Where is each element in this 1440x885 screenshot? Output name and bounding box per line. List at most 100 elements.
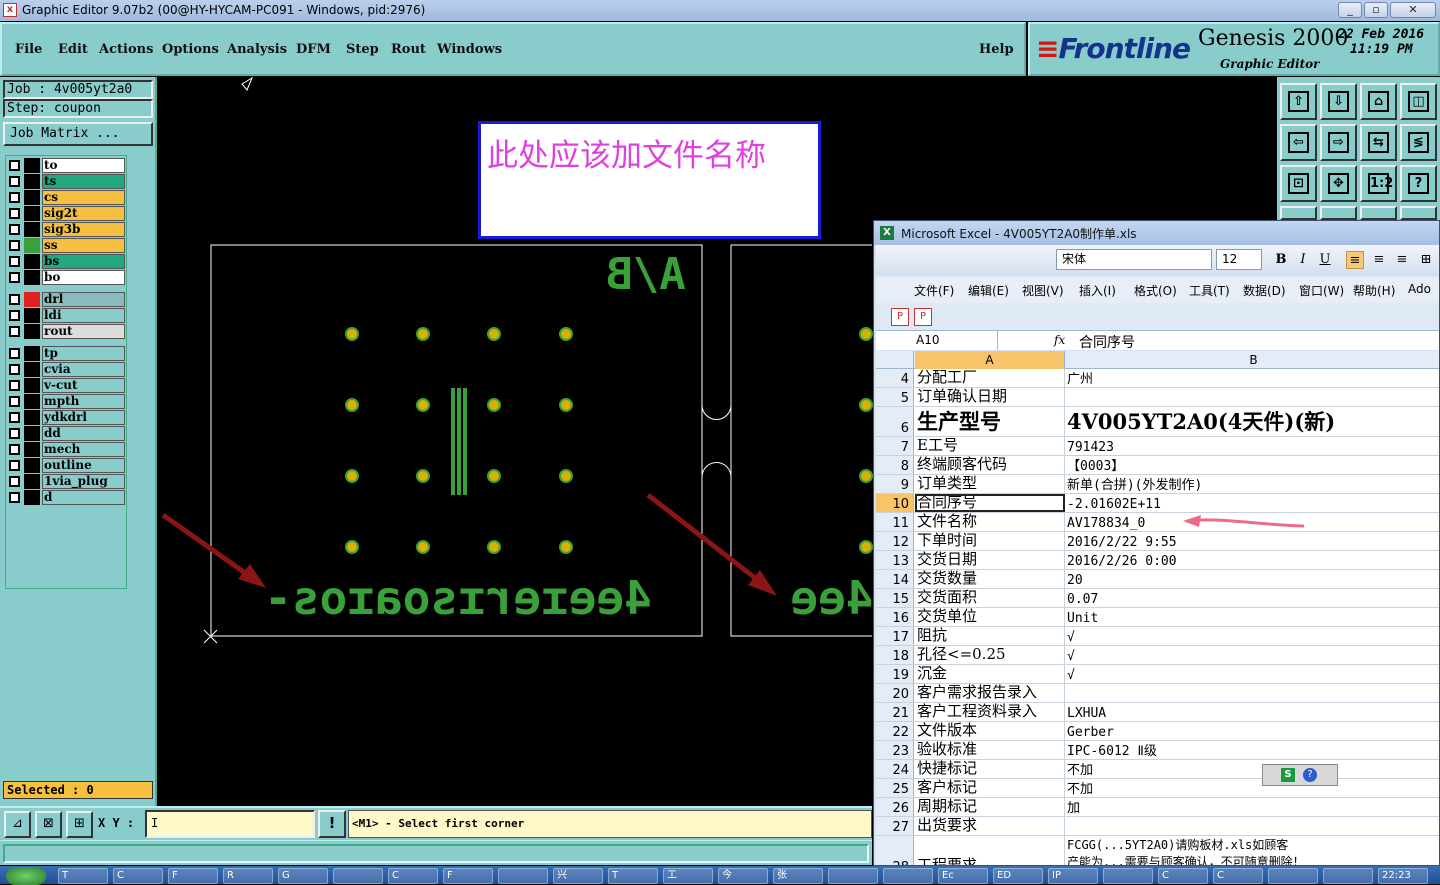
taskbar-item[interactable]: 张 (773, 868, 823, 884)
excel-menu-format[interactable]: 格式(O) (1134, 282, 1177, 299)
formula-input[interactable]: 合同序号 (1079, 332, 1135, 352)
fit-icon[interactable]: ⊡ (1280, 165, 1317, 202)
menu-edit[interactable]: Edit (58, 42, 88, 57)
cell-b[interactable] (1066, 684, 1439, 702)
cell-a[interactable]: 客户需求报告录入 (915, 684, 1065, 702)
menu-file[interactable]: File (15, 42, 42, 57)
row-number[interactable]: 18 (876, 646, 914, 664)
taskbar-item[interactable]: IP (1048, 868, 1098, 884)
cell-a[interactable]: 下单时间 (915, 532, 1065, 550)
row-number[interactable]: 5 (876, 388, 914, 406)
cell-a[interactable]: 客户标记 (915, 779, 1065, 797)
layer-checkbox[interactable] (9, 310, 20, 321)
menu-help[interactable]: Help (979, 42, 1014, 57)
ime-help-icon[interactable]: ? (1303, 768, 1317, 782)
excel-menu-insert[interactable]: 插入(I) (1079, 282, 1116, 299)
layer-row-sig2t[interactable]: sig2t (7, 206, 127, 221)
taskbar-item[interactable]: G (278, 868, 328, 884)
select-all-corner[interactable] (876, 351, 914, 369)
toolbar-partial-button[interactable] (1320, 206, 1357, 220)
toggle-icon[interactable]: ≶ (1400, 124, 1437, 161)
swap-icon[interactable]: ⇆ (1360, 124, 1397, 161)
layer-row-mpth[interactable]: mpth (7, 394, 127, 409)
excel-menu-addins[interactable]: Ado (1408, 282, 1431, 296)
cell-b[interactable]: 20 (1066, 570, 1439, 588)
cell-a[interactable]: 合同序号 (915, 494, 1065, 512)
cell-b[interactable]: √ (1066, 665, 1439, 683)
cell-a[interactable]: 验收标准 (915, 741, 1065, 759)
row-number[interactable]: 22 (876, 722, 914, 740)
layer-checkbox[interactable] (9, 428, 20, 439)
excel-menu-data[interactable]: 数据(D) (1243, 282, 1286, 299)
layer-row-drl[interactable]: drl (7, 292, 127, 307)
layer-row-v-cut[interactable]: v-cut (7, 378, 127, 393)
cell-b[interactable]: 4V005YT2A0(4天件)(新) (1066, 407, 1439, 436)
toolbar-partial-button[interactable] (1280, 206, 1317, 220)
cell-b[interactable]: FCGG(...5YT2A0)请购板材.xls如顾客 产能为...需要与顾客确认… (1066, 836, 1439, 865)
layer-checkbox[interactable] (9, 294, 20, 305)
import-icon[interactable]: ⇩ (1320, 83, 1357, 120)
cell-b[interactable]: 广州 (1066, 369, 1439, 387)
layer-checkbox[interactable] (9, 224, 20, 235)
merge-center-icon[interactable]: ⊞ (1417, 251, 1435, 269)
cell-b[interactable] (1066, 388, 1439, 406)
xy-input[interactable]: I (145, 810, 315, 838)
font-name-select[interactable]: 宋体 (1056, 249, 1212, 270)
taskbar-item[interactable]: R (223, 868, 273, 884)
cell-b[interactable]: 791423 (1066, 437, 1439, 455)
row-number[interactable]: 11 (876, 513, 914, 531)
taskbar-item[interactable]: 兴 (553, 868, 603, 884)
align-left-icon[interactable]: ≡ (1346, 251, 1364, 269)
layer-checkbox[interactable] (9, 460, 20, 471)
row-number[interactable]: 26 (876, 798, 914, 816)
layer-checkbox[interactable] (9, 492, 20, 503)
cell-b[interactable]: 0.07 (1066, 589, 1439, 607)
cell-a[interactable]: 终端顾客代码 (915, 456, 1065, 474)
layer-checkbox[interactable] (9, 412, 20, 423)
layer-row-ts[interactable]: ts (7, 174, 127, 189)
font-size-select[interactable]: 12 (1216, 249, 1262, 270)
menu-analysis[interactable]: Analysis (227, 42, 287, 57)
layer-checkbox[interactable] (9, 476, 20, 487)
cell-b[interactable]: 2016/2/22 9:55 (1066, 532, 1439, 550)
start-button[interactable] (6, 867, 46, 885)
row-number[interactable]: 24 (876, 760, 914, 778)
taskbar-item[interactable] (1323, 868, 1373, 884)
layer-checkbox[interactable] (9, 176, 20, 187)
column-header-b[interactable]: B (1066, 351, 1439, 369)
layer-checkbox[interactable] (9, 364, 20, 375)
layer-checkbox[interactable] (9, 240, 20, 251)
close-button[interactable]: ✕ (1390, 2, 1436, 18)
layer-row-dd[interactable]: dd (7, 426, 127, 441)
job-matrix-button[interactable]: Job Matrix ... (3, 122, 153, 146)
cell-a[interactable]: 订单确认日期 (915, 388, 1065, 406)
cell-b[interactable]: 加 (1066, 798, 1439, 816)
taskbar-item[interactable]: F (443, 868, 493, 884)
layer-row-ss[interactable]: ss (7, 238, 127, 253)
layer-row-1via_plug[interactable]: 1via_plug (7, 474, 127, 489)
align-center-icon[interactable]: ≡ (1370, 251, 1388, 269)
taskbar-item[interactable]: C (1158, 868, 1208, 884)
row-number[interactable]: 4 (876, 369, 914, 387)
taskbar-item[interactable]: Ec (938, 868, 988, 884)
zoom-window-icon[interactable]: ⊿ (4, 811, 31, 838)
cell-b[interactable]: 2016/2/26 0:00 (1066, 551, 1439, 569)
sogou-ime-icon[interactable]: S (1281, 768, 1295, 782)
row-number[interactable]: 28 (876, 836, 914, 865)
right-icon[interactable]: ⇨ (1320, 124, 1357, 161)
menu-actions[interactable]: Actions (99, 42, 153, 57)
taskbar-item[interactable]: 22:23 (1378, 868, 1428, 884)
pdf-email-icon[interactable]: P (914, 308, 932, 326)
layer-checkbox[interactable] (9, 160, 20, 171)
cell-a[interactable]: 交货日期 (915, 551, 1065, 569)
layer-row-bs[interactable]: bs (7, 254, 127, 269)
home-icon[interactable]: ⌂ (1360, 83, 1397, 120)
taskbar-item[interactable] (1103, 868, 1153, 884)
cell-b[interactable]: √ (1066, 627, 1439, 645)
toolbar-partial-button[interactable] (1400, 206, 1437, 220)
italic-button[interactable]: I (1294, 251, 1312, 269)
layer-checkbox[interactable] (9, 380, 20, 391)
cell-a[interactable]: 文件名称 (915, 513, 1065, 531)
cell-b[interactable]: LXHUA (1066, 703, 1439, 721)
cell-a[interactable]: 阻抗 (915, 627, 1065, 645)
